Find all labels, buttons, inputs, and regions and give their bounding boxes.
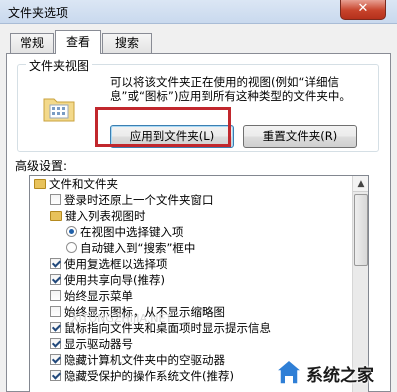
folder-icon [34, 179, 46, 189]
checkbox-always-show-menus[interactable]: 始终显示菜单 [50, 289, 133, 304]
checkbox-hide-protected-files[interactable]: 隐藏受保护的操作系统文件(推荐) [50, 369, 234, 384]
tab-general[interactable]: 常规 [10, 33, 54, 53]
tree-item-label: 始终显示菜单 [64, 289, 133, 303]
folder-icon [50, 211, 62, 221]
checkbox-sharing-wizard[interactable]: 使用共享向导(推荐) [50, 273, 165, 288]
close-button[interactable]: ✕ [340, 0, 386, 20]
checkbox-box[interactable] [50, 194, 61, 205]
watermark-text: 系统之家 [306, 366, 374, 386]
folder-views-title: 文件夹视图 [26, 57, 93, 74]
advanced-settings-label: 高级设置: [15, 159, 68, 173]
radio-button[interactable] [66, 242, 77, 253]
tree-item-label: 显示驱动器号 [64, 337, 133, 351]
radio-select-typed-item[interactable]: 在视图中选择键入项 [66, 225, 184, 240]
tab-general-label: 常规 [19, 36, 44, 50]
window-title: 文件夹选项 [8, 6, 69, 20]
tree-item-label: 使用共享向导(推荐) [64, 273, 165, 287]
checkbox-box[interactable] [50, 274, 61, 285]
tab-search-label: 搜索 [114, 36, 139, 50]
checkbox-box[interactable] [50, 370, 61, 381]
radio-type-into-search[interactable]: 自动键入到“搜索”框中 [66, 241, 195, 256]
checkbox-use-checkboxes[interactable]: 使用复选框以选择项 [50, 257, 168, 272]
tree-item-label: 使用复选框以选择项 [64, 257, 168, 271]
checkbox-box[interactable] [50, 258, 61, 269]
checkbox-hide-empty-drives[interactable]: 隐藏计算机文件夹中的空驱动器 [50, 353, 225, 368]
folder-view-icon [43, 98, 75, 122]
close-icon: ✕ [357, 1, 369, 16]
tree-item-label: 自动键入到“搜索”框中 [80, 241, 196, 255]
house-logo-icon [274, 359, 304, 385]
checkbox-restore-windows[interactable]: 登录时还原上一个文件夹窗口 [50, 193, 214, 208]
radio-button[interactable] [66, 226, 77, 237]
checkbox-box[interactable] [50, 322, 61, 333]
tree-item-label: 隐藏受保护的操作系统文件(推荐) [64, 369, 234, 383]
tree-item-files-folders[interactable]: 文件和文件夹 [34, 177, 118, 192]
view-tab-panel: 文件夹视图 可以将该文件夹正在使用的视图(例如“详细信息”或“图标”)应用到所有… [6, 53, 391, 392]
tab-search[interactable]: 搜索 [102, 33, 152, 53]
tree-item-label: 登录时还原上一个文件夹窗口 [64, 193, 214, 207]
annotation-highlight-box [95, 107, 231, 147]
checkbox-show-drive-letters[interactable]: 显示驱动器号 [50, 337, 133, 352]
title-bar: 文件夹选项 ✕ [0, 0, 397, 24]
tree-item-label: 在视图中选择键入项 [80, 225, 184, 239]
checkbox-box[interactable] [50, 290, 61, 301]
checkbox-box[interactable] [50, 306, 61, 317]
folder-views-description: 可以将该文件夹正在使用的视图(例如“详细信息”或“图标”)应用到所有这种类型的文… [110, 75, 351, 103]
reset-folders-button[interactable]: 重置文件夹(R) [243, 125, 357, 148]
tree-item-label: 文件和文件夹 [49, 177, 118, 191]
scroll-thumb[interactable] [354, 194, 368, 266]
chevron-up-icon: ▲ [357, 179, 365, 189]
watermark-faint-text: XITONGZHIJIA.NET [71, 312, 173, 325]
scroll-up-button[interactable]: ▲ [353, 176, 368, 192]
tree-item-label: 键入列表视图时 [65, 209, 146, 223]
tab-view-label: 查看 [65, 35, 90, 49]
tree-item-typing-list-view[interactable]: 键入列表视图时 [50, 209, 146, 224]
checkbox-box[interactable] [50, 354, 61, 365]
reset-folders-label: 重置文件夹(R) [262, 129, 338, 143]
checkbox-box[interactable] [50, 338, 61, 349]
tab-view[interactable]: 查看 [55, 30, 101, 54]
watermark: 系统之家 [272, 352, 397, 392]
tree-item-label: 隐藏计算机文件夹中的空驱动器 [64, 353, 225, 367]
